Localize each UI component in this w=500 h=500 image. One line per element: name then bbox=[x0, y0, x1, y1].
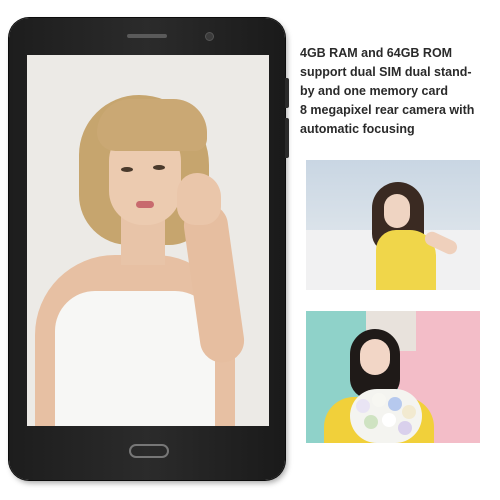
flower bbox=[372, 393, 386, 407]
woman-fringe bbox=[97, 99, 207, 151]
spec-line: 8 megapixel rear camera with bbox=[300, 103, 475, 117]
spec-line: 4GB RAM and 64GB ROM bbox=[300, 46, 453, 60]
spec-line: automatic focusing bbox=[300, 122, 415, 136]
lips bbox=[136, 201, 154, 208]
spec-description: 4GB RAM and 64GB ROM support dual SIM du… bbox=[300, 44, 496, 139]
sample-photo-flowers bbox=[306, 311, 480, 443]
hand bbox=[177, 173, 221, 225]
flower bbox=[398, 421, 412, 435]
photo-face bbox=[360, 339, 390, 375]
flower bbox=[388, 397, 402, 411]
photo-face bbox=[384, 194, 410, 228]
speaker-grille-icon bbox=[127, 34, 167, 38]
flower bbox=[402, 405, 416, 419]
power-button bbox=[285, 118, 289, 158]
tablet-device bbox=[9, 18, 289, 480]
flower-bouquet bbox=[350, 389, 422, 443]
right-eye bbox=[153, 165, 165, 170]
spec-line: support dual SIM dual stand- bbox=[300, 65, 472, 79]
front-camera-icon bbox=[205, 32, 214, 41]
home-button-icon bbox=[129, 444, 169, 458]
left-eye bbox=[121, 167, 133, 172]
flower bbox=[356, 399, 370, 413]
sample-photo-yellow-dress bbox=[306, 160, 480, 290]
volume-button bbox=[285, 78, 289, 108]
spec-line: by and one memory card bbox=[300, 84, 448, 98]
tablet-screen bbox=[27, 55, 269, 426]
flower bbox=[364, 415, 378, 429]
white-top bbox=[55, 291, 215, 426]
flower bbox=[382, 413, 396, 427]
